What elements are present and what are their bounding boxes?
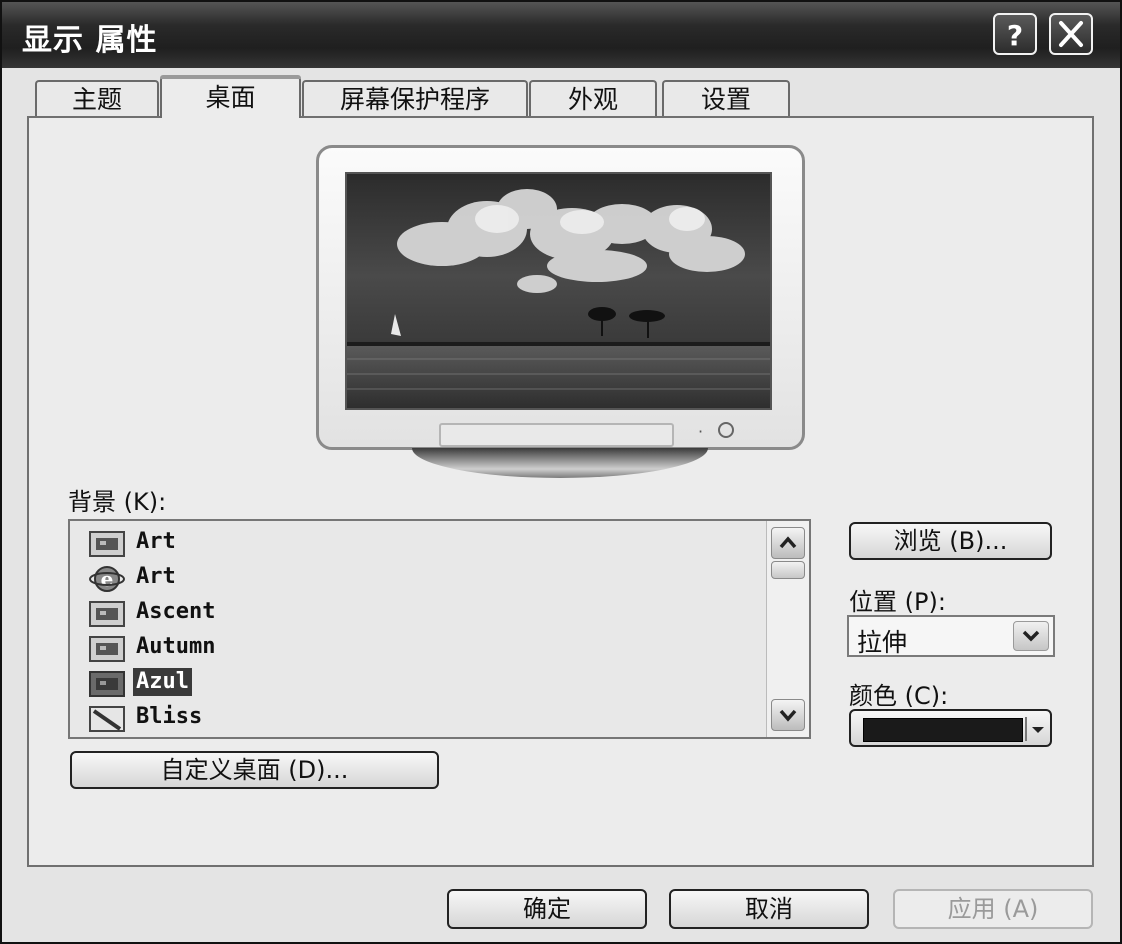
ok-button[interactable]: 确定 (447, 889, 647, 929)
background-label: 背景 (K): (68, 488, 167, 516)
tab-theme-label: 主题 (71, 85, 122, 114)
tab-screensaver-label: 屏幕保护程序 (339, 85, 490, 114)
color-label: 颜色 (C): (849, 682, 949, 710)
close-button[interactable] (1049, 13, 1093, 55)
tab-appearance[interactable]: 外观 (529, 80, 657, 118)
wallpaper-image (347, 174, 770, 408)
indicator-dot: · (698, 422, 704, 441)
list-item-label: Art (136, 529, 176, 554)
dropdown-arrow-icon (1032, 727, 1044, 733)
svg-text:e: e (101, 567, 114, 591)
list-item-label: Ascent (136, 599, 216, 624)
list-item-label: Azul (133, 668, 192, 696)
scroll-down-button[interactable] (771, 699, 805, 731)
color-swatch (863, 718, 1023, 742)
list-item-label: Art (136, 564, 176, 589)
cancel-button[interactable]: 取消 (669, 889, 869, 929)
chevron-down-icon (1022, 630, 1040, 642)
chevron-down-icon (779, 709, 797, 722)
tab-desktop-label: 桌面 (205, 83, 256, 112)
position-value: 拉伸 (857, 628, 908, 657)
dropdown-button[interactable] (1013, 621, 1049, 651)
chevron-up-icon (779, 536, 797, 549)
display-properties-dialog: 显示 属性 ? 主题 桌面 屏幕保护程序 外观 设置 · 背景 (K): Art… (0, 0, 1122, 944)
wallpaper-preview (345, 172, 772, 410)
title-bar[interactable]: 显示 属性 ? (2, 2, 1120, 68)
tab-desktop[interactable]: 桌面 (160, 75, 301, 118)
image-file-icon (89, 601, 125, 627)
svg-text:?: ? (1007, 19, 1023, 52)
list-item-label: Bliss (136, 704, 203, 729)
tab-appearance-label: 外观 (567, 85, 618, 114)
position-label: 位置 (P): (849, 588, 946, 616)
monitor-slot (439, 423, 674, 447)
scroll-thumb[interactable] (771, 561, 805, 579)
tab-settings[interactable]: 设置 (662, 80, 790, 118)
window-title: 显示 属性 (22, 23, 158, 58)
position-select[interactable]: 拉伸 (847, 615, 1055, 657)
apply-button: 应用 (A) (893, 889, 1093, 929)
close-icon (1059, 21, 1083, 47)
list-item-label: Autumn (136, 634, 216, 659)
tab-theme[interactable]: 主题 (35, 80, 159, 118)
customize-desktop-button[interactable]: 自定义桌面 (D)... (70, 751, 439, 789)
image-file-icon (89, 636, 125, 662)
internet-explorer-icon: e (89, 566, 125, 592)
power-button-icon (718, 422, 734, 438)
color-picker-button[interactable] (849, 709, 1052, 747)
help-button[interactable]: ? (993, 13, 1037, 55)
bitmap-file-icon (89, 706, 125, 732)
background-listbox[interactable]: Art e Art Ascent Autumn Azul Bliss (68, 519, 811, 739)
scroll-up-button[interactable] (771, 527, 805, 559)
tab-settings-label: 设置 (700, 85, 751, 114)
vertical-scrollbar[interactable] (766, 521, 809, 737)
image-file-icon (89, 531, 125, 557)
image-file-icon (89, 671, 125, 697)
tab-screensaver[interactable]: 屏幕保护程序 (302, 80, 528, 118)
question-mark-icon: ? (1007, 19, 1023, 52)
swatch-divider (1025, 717, 1027, 741)
browse-button[interactable]: 浏览 (B)... (849, 522, 1052, 560)
